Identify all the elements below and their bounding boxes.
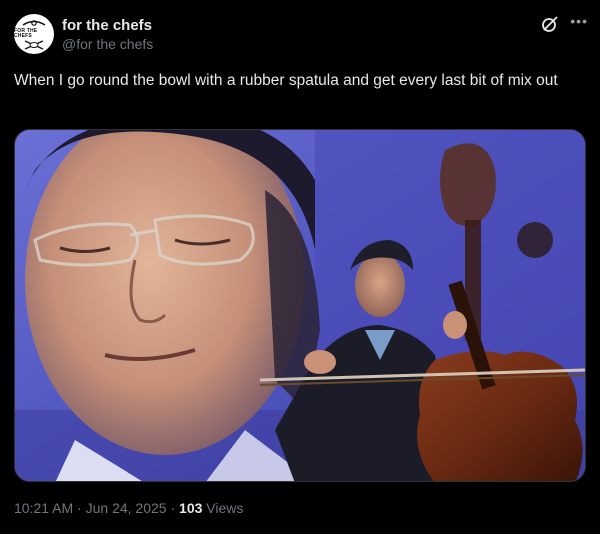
tweet-time[interactable]: 10:21 AM (14, 500, 73, 516)
tweet-text: When I go round the bowl with a rubber s… (14, 72, 558, 89)
avatar-logo-text: FOR THE CHEFS (14, 28, 38, 39)
tweet-media-image[interactable] (14, 129, 586, 482)
photo-of-cellist-icon (15, 130, 585, 481)
tweet-date[interactable]: Jun 24, 2025 (86, 500, 167, 516)
meta-separator: · (77, 500, 82, 516)
avatar[interactable]: FOR THE CHEFS (14, 14, 54, 54)
tweet-meta: 10:21 AM · Jun 24, 2025 · 103 Views (14, 498, 243, 518)
more-icon[interactable]: ••• (570, 14, 588, 28)
author-names: for the chefs @for the chefs (62, 16, 153, 53)
views-count[interactable]: 103 (179, 500, 202, 516)
grok-icon[interactable] (540, 14, 560, 34)
tweet-header: FOR THE CHEFS for the chefs @for the che… (14, 12, 588, 56)
display-name[interactable]: for the chefs (62, 16, 153, 35)
utensils-icon (24, 40, 44, 50)
meta-separator: · (170, 500, 176, 516)
handle[interactable]: @for the chefs (62, 35, 153, 53)
header-actions: ••• (540, 14, 588, 34)
views-label: Views (206, 500, 244, 516)
